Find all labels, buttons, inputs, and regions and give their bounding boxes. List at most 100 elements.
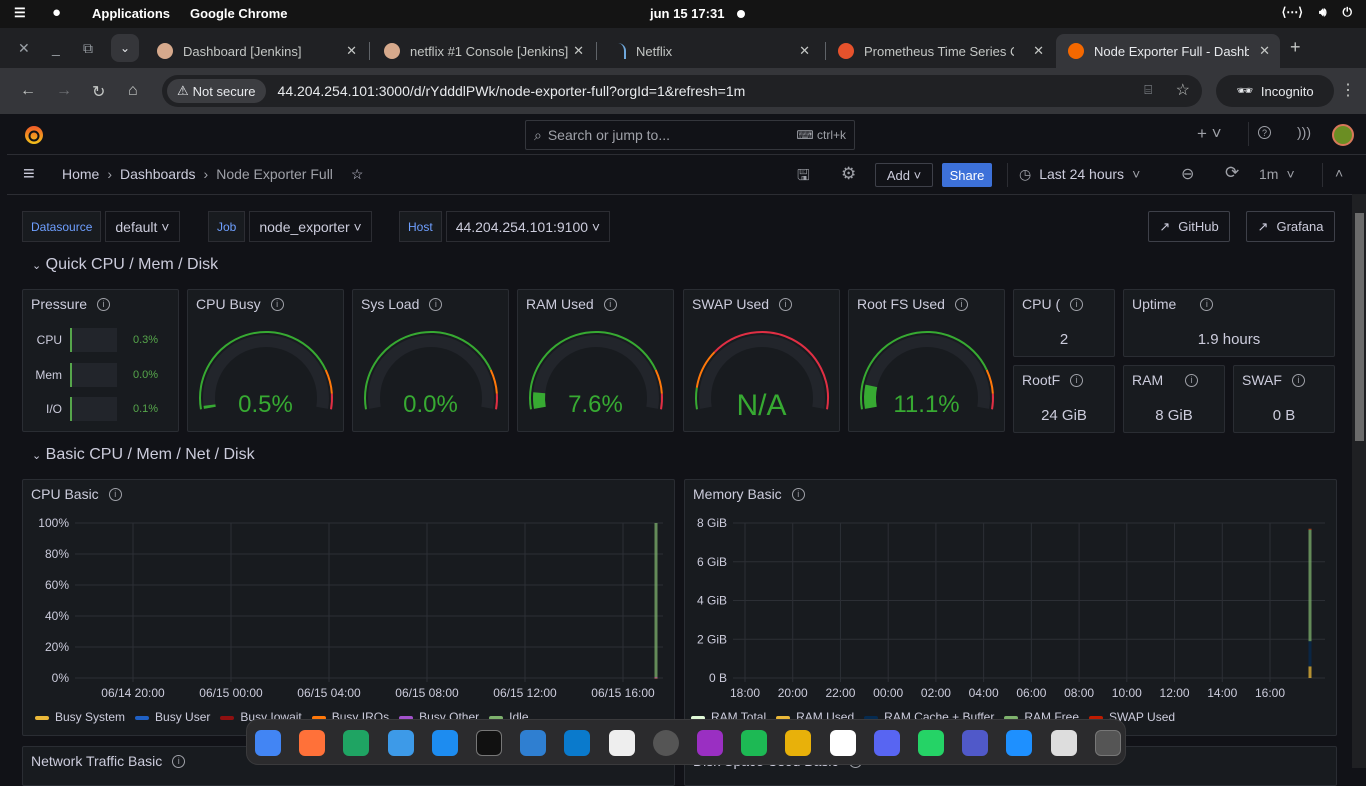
url-text[interactable]: 44.204.254.101:3000/d/rYdddlPWk/node-exp…	[278, 83, 746, 99]
refresh-interval-picker[interactable]: 1m˅	[1259, 166, 1295, 182]
dock-slack-icon[interactable]	[830, 730, 856, 756]
page-scrollbar[interactable]	[1352, 194, 1366, 768]
share-button[interactable]: Share	[942, 163, 992, 187]
favorite-star-icon[interactable]: ☆	[351, 166, 364, 183]
applications-menu[interactable]: Applications	[92, 6, 170, 21]
grafana-link[interactable]: ↗Grafana	[1246, 211, 1335, 242]
close-window-icon[interactable]: ✕	[18, 40, 30, 57]
save-dashboard-icon[interactable]: 🖫︎	[797, 165, 810, 190]
datasource-select[interactable]: default ˅	[105, 211, 179, 242]
network-icon[interactable]: ⟨⋯⟩	[1282, 5, 1303, 20]
forward-button[interactable]: →	[56, 82, 72, 100]
tab-prometheus[interactable]: Prometheus Time Series Collection ✕	[826, 34, 1054, 68]
collapse-toolbar-icon[interactable]: ˄	[1335, 165, 1343, 181]
add-button[interactable]: Add ˅	[875, 163, 933, 187]
clock[interactable]: jun 15 17:31	[650, 6, 724, 21]
dock-screenshot-icon[interactable]	[520, 730, 546, 756]
close-tab-icon[interactable]: ✕	[573, 43, 584, 59]
breadcrumb-home[interactable]: Home	[62, 166, 99, 183]
info-icon[interactable]: i	[172, 755, 185, 768]
job-select[interactable]: node_exporter ˅	[249, 211, 371, 242]
info-icon[interactable]: i	[1185, 374, 1198, 387]
dock-textedit-icon[interactable]	[609, 730, 635, 756]
minimize-window-icon[interactable]: _	[52, 40, 60, 56]
info-icon[interactable]: i	[109, 488, 122, 501]
apple-icon[interactable]: ●	[52, 4, 61, 21]
memory-basic-chart[interactable]: 0 B2 GiB4 GiB6 GiB8 GiB18:0020:0022:0000…	[685, 515, 1336, 715]
power-icon[interactable]: ⏻	[1343, 5, 1353, 20]
github-link[interactable]: ↗GitHub	[1148, 211, 1230, 242]
info-icon[interactable]: i	[779, 298, 792, 311]
legend-item[interactable]: Busy User	[135, 710, 210, 724]
row-quick-cpu-mem-disk[interactable]: ⌄ Quick CPU / Mem / Disk	[32, 256, 218, 274]
dock-firefox-icon[interactable]	[299, 730, 325, 756]
close-tab-icon[interactable]: ✕	[1033, 43, 1044, 59]
dock-discord-icon[interactable]	[874, 730, 900, 756]
home-button[interactable]: ⌂	[128, 82, 138, 100]
info-icon[interactable]: i	[792, 488, 805, 501]
dock-settings-icon[interactable]	[653, 730, 679, 756]
zoom-out-icon[interactable]: ⊖	[1181, 164, 1194, 184]
dock-vs-code-icon[interactable]	[564, 730, 590, 756]
dock-terminal-icon[interactable]	[476, 730, 502, 756]
close-tab-icon[interactable]: ✕	[1259, 43, 1270, 59]
host-select[interactable]: 44.204.254.101:9100 ˅	[446, 211, 610, 242]
dock-teams-icon[interactable]	[962, 730, 988, 756]
incognito-indicator[interactable]: 🕶︎ Incognito	[1216, 75, 1334, 107]
tab-jenkins-dashboard[interactable]: Dashboard [Jenkins] ✕	[145, 34, 367, 68]
scrollbar-thumb[interactable]	[1355, 213, 1364, 441]
tab-search-button[interactable]: ⌄	[111, 34, 139, 62]
cpu-basic-chart[interactable]: 0%20%40%60%80%100%06/14 20:0006/15 00:00…	[23, 515, 674, 715]
dock-finder-icon[interactable]	[388, 730, 414, 756]
refresh-icon[interactable]: ⟳	[1225, 163, 1239, 183]
security-chip[interactable]: ⚠Not secure	[167, 79, 266, 103]
info-icon[interactable]: i	[604, 298, 617, 311]
info-icon[interactable]: i	[429, 298, 442, 311]
info-icon[interactable]: i	[1292, 374, 1305, 387]
tab-netflix[interactable]: Netflix ✕	[598, 34, 820, 68]
address-bar[interactable]: ⚠Not secure 44.204.254.101:3000/d/rYdddl…	[162, 75, 1202, 107]
new-tab-button[interactable]: +	[1290, 37, 1301, 58]
activities-icon[interactable]: ☰	[14, 5, 26, 21]
tab-node-exporter[interactable]: Node Exporter Full - Dashboards ✕	[1056, 34, 1280, 68]
info-icon[interactable]: i	[1200, 298, 1213, 311]
reload-button[interactable]: ↻	[92, 82, 105, 102]
bookmark-star-icon[interactable]: ☆	[1176, 80, 1190, 100]
info-icon[interactable]: i	[271, 298, 284, 311]
tab-jenkins-console[interactable]: netflix #1 Console [Jenkins] ✕	[372, 34, 594, 68]
browser-menu-icon[interactable]: ⋮	[1340, 80, 1356, 100]
info-icon[interactable]: i	[1070, 298, 1083, 311]
dock-app-store-icon[interactable]	[432, 730, 458, 756]
search-input[interactable]: ⌕ Search or jump to... ⌨ ctrl+k	[525, 120, 855, 150]
dock-app-grid-icon[interactable]	[1095, 730, 1121, 756]
dock-trash-icon[interactable]	[1051, 730, 1077, 756]
info-icon[interactable]: i	[955, 298, 968, 311]
dock-remote-desktop-icon[interactable]	[1006, 730, 1032, 756]
close-tab-icon[interactable]: ✕	[346, 43, 357, 59]
close-tab-icon[interactable]: ✕	[799, 43, 810, 59]
dock-whatsapp-icon[interactable]	[918, 730, 944, 756]
active-app-menu[interactable]: Google Chrome	[190, 6, 288, 21]
breadcrumb-dashboards[interactable]: Dashboards	[120, 166, 196, 183]
menu-toggle-icon[interactable]: ≡	[23, 163, 35, 186]
translate-icon[interactable]: ⌸	[1144, 82, 1152, 98]
back-button[interactable]: ←	[20, 82, 36, 100]
restore-window-icon[interactable]: ⧉	[83, 40, 93, 57]
settings-gear-icon[interactable]: ⚙	[841, 164, 856, 184]
help-icon[interactable]: ?	[1258, 126, 1271, 139]
dock-spotify-icon[interactable]	[741, 730, 767, 756]
dock-chrome-icon[interactable]	[255, 730, 281, 756]
time-range-picker[interactable]: ◷Last 24 hours˅	[1019, 166, 1140, 183]
legend-item[interactable]: Busy System	[35, 710, 125, 724]
volume-icon[interactable]: 🔊︎	[1319, 5, 1327, 20]
new-menu-button[interactable]: + ˅	[1197, 124, 1222, 144]
row-basic-cpu-mem-net-disk[interactable]: ⌄ Basic CPU / Mem / Net / Disk	[32, 446, 255, 464]
dock-google-drive-icon[interactable]	[343, 730, 369, 756]
grafana-logo-icon[interactable]	[22, 123, 46, 147]
news-feed-icon[interactable]: )))	[1297, 124, 1311, 140]
dock-flame-icon[interactable]	[697, 730, 723, 756]
info-icon[interactable]: i	[1070, 374, 1083, 387]
user-avatar[interactable]	[1332, 124, 1354, 146]
dock-network-icon[interactable]	[785, 730, 811, 756]
info-icon[interactable]: i	[97, 298, 110, 311]
